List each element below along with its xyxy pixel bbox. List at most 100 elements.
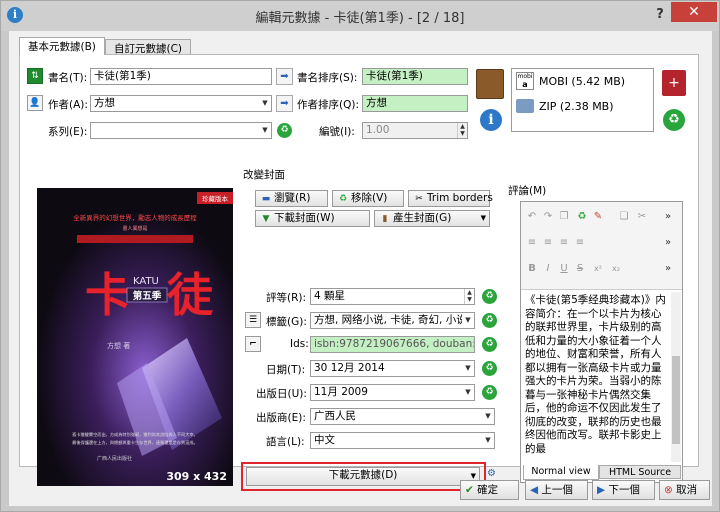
ids-input[interactable]: isbn:9787219067666, douban:4085283 (310, 336, 475, 353)
spin-arrows-icon[interactable]: ▲ ▼ (464, 289, 474, 304)
tab-html-source[interactable]: HTML Source (599, 465, 681, 479)
cover-tagline-2: 書人異想是 (122, 225, 147, 232)
align-center-icon[interactable]: ≡ (541, 236, 555, 250)
title-sort-input[interactable]: 卡徒(第1季) (362, 68, 468, 85)
tab-basic-metadata[interactable]: 基本元數據(B) (19, 37, 105, 55)
trim-borders-button[interactable]: ✂ Trim borders (408, 190, 493, 207)
publisher-label: 出版商(E): (256, 412, 306, 424)
underline-icon[interactable]: U (557, 262, 571, 276)
remove-format-icon[interactable]: ♻ (663, 109, 685, 131)
edit-metadata-dialog: i 編輯元數據 - 卡徒(第1季) - [2 / 18] ? ✕ 基本元數據(B… (0, 0, 720, 512)
clear-series-icon[interactable]: ♻ (277, 123, 292, 138)
cover-title-season: 第五季 (133, 290, 162, 302)
info-icon[interactable]: i (480, 109, 502, 131)
cover-image: 珍藏版本 全新異界的幻想世界，勵志人物的成長歷程 書人異想是 卡 KATU 第五… (37, 188, 233, 486)
comments-editor: ↶ ↷ ❐ ♻ ✎ ❏ ✂ » ≡ ≡ ≡ ≡ » B I U S x² x₂ … (520, 201, 683, 483)
swap-title-author-icon[interactable]: ⇅ (27, 68, 43, 84)
copy-author-to-sort-icon[interactable]: ➡ (276, 95, 293, 112)
pubdate-input[interactable]: 11月 2009 ▼ (310, 384, 475, 401)
format-item-zip[interactable]: ZIP (2.38 MB) (539, 100, 614, 113)
series-combo[interactable]: ▼ (90, 122, 272, 139)
superscript-icon[interactable]: x² (591, 262, 605, 276)
format-item-mobi[interactable]: MOBI (5.42 MB) (539, 75, 625, 88)
author-value: 方想 (94, 97, 115, 109)
zip-format-icon (516, 99, 534, 113)
align-left-icon[interactable]: ≡ (525, 236, 539, 250)
redo-icon[interactable]: ↷ (541, 210, 555, 224)
generate-cover-button[interactable]: ▮ 產生封面(G) ▼ (374, 210, 490, 227)
paste-icon[interactable]: ❏ (617, 210, 631, 224)
subscript-icon[interactable]: x₂ (609, 262, 623, 276)
chevron-down-icon[interactable]: ▼ (259, 123, 271, 138)
chevron-down-icon[interactable]: ▼ (481, 211, 486, 226)
download-arrow-icon: ▼ (262, 214, 270, 224)
chevron-down-icon[interactable]: ▼ (462, 385, 474, 400)
publisher-combo[interactable]: 广西人民 ▼ (310, 408, 495, 425)
help-button[interactable]: ? (653, 7, 667, 23)
next-button[interactable]: ▶ 下一個 (592, 480, 655, 500)
more-icon[interactable]: » (661, 262, 675, 276)
paste-isbn-icon[interactable]: ⌐ (245, 336, 261, 352)
spin-arrows-icon[interactable]: ▲ ▼ (457, 123, 467, 138)
comments-text[interactable]: 《卡徒(第5季经典珍藏本)》内容简介：在一个以卡片为核心的联邦世界里，卡片级别的… (525, 294, 668, 462)
strikethrough-icon[interactable]: S (573, 262, 587, 276)
language-value: 中文 (314, 434, 335, 446)
italic-icon[interactable]: I (541, 262, 555, 276)
scrollbar-thumb[interactable] (672, 356, 680, 444)
book-icon[interactable] (476, 69, 504, 99)
author-sort-label: 作者排序(Q): (297, 99, 359, 111)
browse-cover-button[interactable]: ▬ 瀏覽(R) (255, 190, 328, 207)
more-icon[interactable]: » (661, 210, 675, 224)
align-right-icon[interactable]: ≡ (557, 236, 571, 250)
clear-pubdate-icon[interactable]: ♻ (482, 385, 497, 400)
chevron-down-icon[interactable]: ▼ (462, 361, 474, 376)
title-input[interactable]: 卡徒(第1季) (90, 68, 272, 85)
language-combo[interactable]: 中文 ▼ (310, 432, 495, 449)
tag-editor-icon[interactable]: ☰ (245, 312, 261, 328)
author-sort-input[interactable]: 方想 (362, 95, 468, 112)
title-label: 書名(T): (48, 72, 88, 84)
cut-icon[interactable]: ✂ (635, 210, 649, 224)
add-format-icon[interactable]: + (662, 70, 686, 96)
more-icon[interactable]: » (661, 236, 675, 250)
close-button[interactable]: ✕ (671, 2, 717, 22)
rating-spinbox[interactable]: 4 顆星 ▲ ▼ (310, 288, 475, 305)
justify-icon[interactable]: ≡ (573, 236, 587, 250)
folder-icon: ▬ (261, 194, 271, 204)
chevron-down-icon[interactable]: ▼ (462, 313, 474, 328)
chevron-down-icon[interactable]: ▼ (259, 96, 271, 111)
date-value: 30 12月 2014 (314, 362, 385, 374)
number-label: 編號(I): (319, 126, 355, 138)
series-number-input[interactable]: 1.00 ▲ ▼ (362, 122, 468, 139)
clear-tags-icon[interactable]: ♻ (482, 313, 497, 328)
tags-combo[interactable]: 方想, 网络小说, 卡徒, 奇幻, 小说 ▼ (310, 312, 475, 329)
chevron-down-icon[interactable]: ▼ (482, 409, 494, 424)
publisher-value: 广西人民 (314, 410, 356, 422)
clear-ids-icon[interactable]: ♻ (482, 337, 497, 352)
tab-normal-view[interactable]: Normal view (523, 465, 599, 480)
remove-cover-button[interactable]: ♻ 移除(V) (332, 190, 404, 207)
copy-icon[interactable]: ❐ (557, 210, 571, 224)
author-combo[interactable]: 方想 ▼ (90, 95, 272, 112)
manage-authors-icon[interactable]: 👤 (27, 95, 43, 111)
tags-label: 標籤(G): (266, 316, 307, 328)
clear-format-icon[interactable]: ✎ (591, 210, 605, 224)
trim-icon: ✂ (415, 194, 423, 204)
undo-icon[interactable]: ↶ (525, 210, 539, 224)
recycle-icon[interactable]: ♻ (575, 210, 589, 224)
copy-title-to-sort-icon[interactable]: ➡ (276, 68, 293, 85)
tab-custom-metadata[interactable]: 自訂元數據(C) (105, 39, 192, 55)
chevron-down-icon[interactable]: ▼ (482, 433, 494, 448)
comments-scrollbar[interactable] (671, 292, 681, 462)
download-metadata-button[interactable]: 下載元數據(D) ▼ (246, 467, 480, 486)
clear-date-icon[interactable]: ♻ (482, 361, 497, 376)
formats-list[interactable]: mobi a MOBI (5.42 MB) ZIP (2.38 MB) (511, 68, 654, 132)
bold-icon[interactable]: B (525, 262, 539, 276)
date-input[interactable]: 30 12月 2014 ▼ (310, 360, 475, 377)
clear-rating-icon[interactable]: ♻ (482, 289, 497, 304)
author-label: 作者(A): (48, 99, 88, 111)
download-cover-button[interactable]: ▼ 下載封面(W) (255, 210, 370, 227)
cancel-button[interactable]: ⊗ 取消 (659, 480, 710, 500)
ok-button[interactable]: ✔ 確定 (460, 480, 519, 500)
previous-button[interactable]: ◀ 上一個 (525, 480, 588, 500)
